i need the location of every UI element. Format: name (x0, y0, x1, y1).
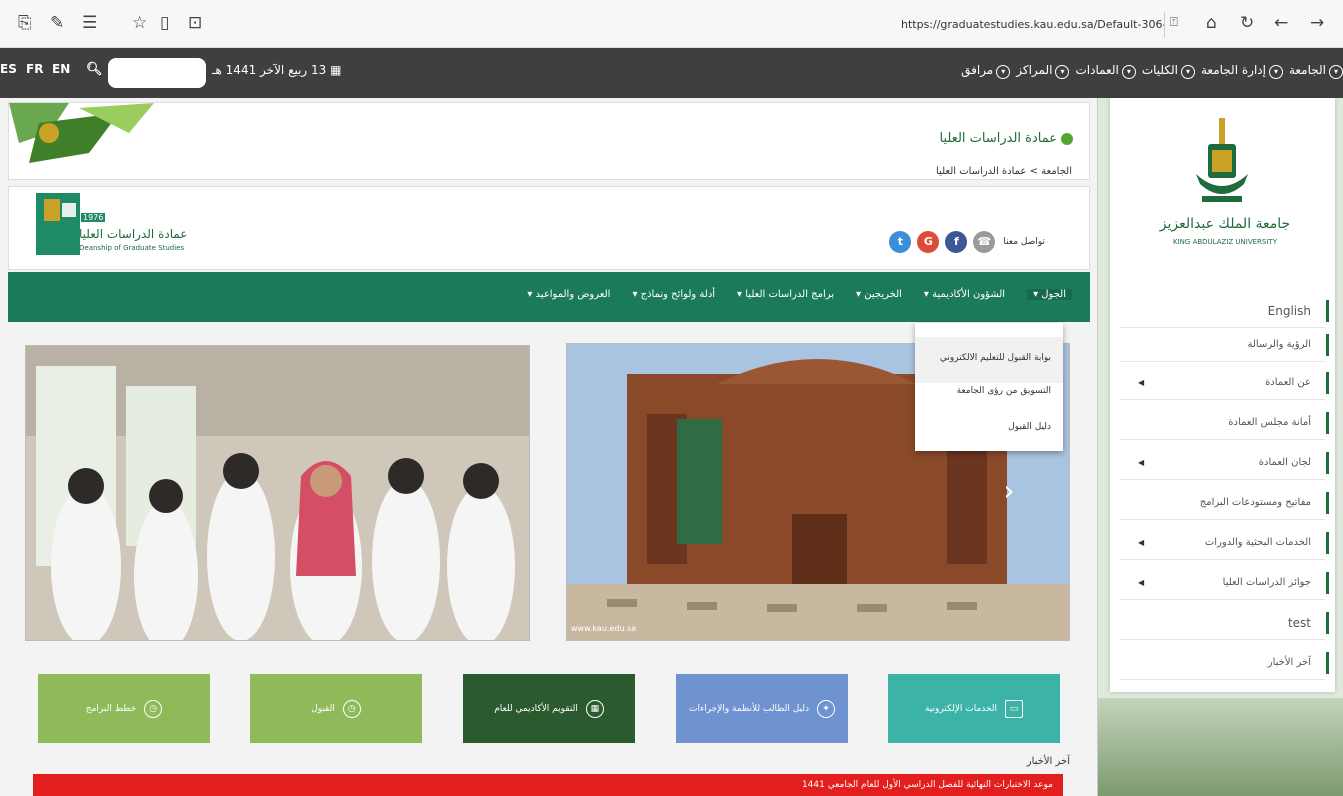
university-name-en: KING ABDULAZIZ UNIVERSITY (1173, 238, 1277, 246)
dropdown-item-elearning-portal[interactable]: بوابة القبول للتعليم الالكتروني (940, 353, 1051, 363)
sidebar-item-test[interactable]: test (1120, 606, 1329, 640)
logo-bar: 1976 عمادة الدراسات العليا Deanship of G… (8, 186, 1090, 270)
search-icon[interactable]: 🔍︎ (86, 62, 103, 77)
sidebar-item-research[interactable]: الخدمات البحثية والدورات ◀ (1120, 526, 1329, 560)
sidebar-item-committees[interactable]: لجان العمادة ◀ (1120, 446, 1329, 480)
topnav-deanships[interactable]: ▾العمادات (1075, 63, 1136, 79)
calendar-icon: ▦ (585, 699, 604, 718)
search-input[interactable] (108, 58, 206, 88)
lang-fr-link[interactable]: FR (26, 62, 43, 76)
chevron-down-icon: ▾ (1121, 65, 1136, 79)
edit-icon[interactable]: ✎ (50, 12, 64, 34)
nav-item-home[interactable]: الجول ▾ (1027, 289, 1072, 300)
sidebar-item-awards[interactable]: جوائز الدراسات العليا ◀ (1120, 566, 1329, 600)
monitor-icon: ▭ (1005, 699, 1024, 718)
sidebar-item-vision[interactable]: الرؤية والرسالة (1120, 328, 1329, 362)
lang-es-link[interactable]: ES (0, 62, 17, 76)
tile-student-guide[interactable]: ✦ دليل الطالب للأنظمة والإجراءات (676, 674, 848, 743)
calendar-icon: ▦ (330, 63, 342, 77)
forward-icon[interactable]: → (1310, 12, 1324, 34)
favorites-list-icon[interactable]: ☰ (82, 12, 97, 34)
caret-left-icon: ◀ (1138, 578, 1145, 587)
caret-left-icon: ◀ (1138, 378, 1145, 387)
phone-icon[interactable]: ☎ (973, 231, 996, 253)
sidebar-item-news[interactable]: آخر الأخبار (1120, 646, 1329, 680)
topnav-facilities[interactable]: ▾مرافق (961, 63, 1011, 79)
lock-icon: ⍐ (1170, 15, 1178, 30)
back-icon[interactable]: ← (1274, 12, 1288, 34)
deanship-logo-ar: عمادة الدراسات العليا (79, 227, 188, 241)
chevron-down-icon: ▾ (1181, 65, 1195, 79)
chevron-down-icon: ▾ (1268, 65, 1283, 79)
sidebar: جامعة الملك عبدالعزيز KING ABDULAZIZ UNI… (1097, 98, 1343, 796)
banner-decoration-image (9, 103, 154, 163)
breadcrumb[interactable]: الجامعة > عمادة الدراسات العليا (8, 166, 1090, 177)
sidebar-item-english[interactable]: English (1120, 294, 1329, 328)
slider-next-button[interactable]: › (997, 474, 1021, 508)
deanship-logo-en: Deanship of Graduate Studies (79, 244, 185, 252)
clock-icon: ◷ (144, 699, 163, 718)
status-dot-icon (1061, 132, 1073, 145)
page-title: عمادة الدراسات العليا (939, 131, 1073, 146)
caret-left-icon: ◀ (1138, 538, 1145, 547)
university-logo[interactable] (1190, 114, 1254, 214)
top-navigation: ▾الجامعة ▾إدارة الجامعة ▾الكليات ▾العماد… (955, 63, 1343, 79)
sidebar-background-image (1098, 698, 1343, 796)
topnav-centers[interactable]: ▾المراكز (1016, 63, 1070, 79)
nav-item-graduates[interactable]: الخريجين ▾ (856, 289, 902, 300)
chevron-down-icon: ▾ (996, 65, 1011, 79)
dropdown-item-marketing[interactable]: التسويق من رؤى الجامعة (957, 386, 1051, 396)
sidebar-item-council[interactable]: أمانة مجلس العمادة (1120, 406, 1329, 440)
event-photo (25, 345, 530, 641)
nav-item-programs[interactable]: برامج الدراسات العليا ▾ (737, 289, 834, 300)
google-plus-icon[interactable]: G (917, 231, 940, 253)
caret-left-icon: ◀ (1138, 458, 1145, 467)
bulb-icon: ✦ (817, 699, 836, 718)
clock-icon: ◷ (342, 699, 361, 718)
nav-item-guides[interactable]: أدلة ولوائح ونماذج ▾ (632, 289, 715, 300)
nav-item-offers[interactable]: العروض والمواعيد ▾ (527, 289, 610, 300)
browser-toolbar: ⎘ ✎ ☰ ☆ ▯ ⊡ https://graduatestudies.kau.… (0, 0, 1343, 48)
sidebar-item-programs[interactable]: مفاتيح ومستودعات البرامج (1120, 486, 1329, 520)
topnav-administration[interactable]: ▾إدارة الجامعة (1201, 63, 1283, 79)
twitter-icon[interactable]: t (889, 231, 912, 253)
nav-dropdown-menu: بوابة القبول للتعليم الالكتروني التسويق … (915, 323, 1063, 451)
tile-admission[interactable]: ◷ القبول (250, 674, 422, 743)
reading-icon[interactable]: ▯ (160, 12, 169, 34)
extensions-icon[interactable]: ⎘ (18, 12, 32, 34)
sidebar-item-about[interactable]: عن العمادة ◀ (1120, 366, 1329, 400)
tile-program-plans[interactable]: ◷ خطط البرامج (38, 674, 210, 743)
home-icon[interactable]: ⌂ (1206, 12, 1217, 34)
topnav-colleges[interactable]: ▾الكليات (1142, 63, 1195, 79)
facebook-icon[interactable]: f (945, 231, 968, 253)
logo-year: 1976 (81, 213, 106, 222)
hijri-date: ▦ 13 ربيع الآخر 1441 هـ (212, 63, 342, 77)
tile-e-services[interactable]: ▭ الخدمات الإلكترونية (888, 674, 1060, 743)
topnav-university[interactable]: ▾الجامعة (1289, 63, 1343, 79)
star-icon[interactable]: ☆ (132, 12, 147, 34)
chevron-down-icon: ▾ (1329, 65, 1343, 79)
address-bar[interactable]: https://graduatestudies.kau.edu.sa/Defau… (895, 12, 1165, 38)
main-nav-items: الجول ▾ الشؤون الأكاديمية ▾ الخريجين ▾ ب… (505, 289, 1072, 300)
share-icon[interactable]: ⊡ (188, 12, 202, 34)
tile-academic-calendar[interactable]: ▦ التقويم الأكاديمي للعام (463, 674, 635, 743)
social-links: تواصل معنا ☎ f G t (883, 231, 1045, 253)
nav-item-academic[interactable]: الشؤون الأكاديمية ▾ (924, 289, 1005, 300)
lang-en-link[interactable]: EN (52, 62, 70, 76)
university-topbar: ES FR EN 🔍︎ ▦ 13 ربيع الآخر 1441 هـ ▾الج… (0, 48, 1343, 98)
chevron-down-icon: ▾ (1055, 65, 1070, 79)
news-ticker[interactable]: موعد الاختبارات النهائية للفصل الدراسي ا… (33, 774, 1063, 796)
sidebar-panel: جامعة الملك عبدالعزيز KING ABDULAZIZ UNI… (1110, 98, 1335, 692)
refresh-icon[interactable]: ↻ (1240, 12, 1254, 34)
main-navigation: الجول ▾ الشؤون الأكاديمية ▾ الخريجين ▾ ب… (8, 272, 1090, 322)
latest-news-label: آخر الأخبار (1026, 756, 1070, 767)
dropdown-item-admission-guide[interactable]: دليل القبول (1008, 422, 1051, 432)
contact-label: تواصل معنا (1003, 237, 1045, 247)
photo-caption: www.kau.edu.sa (571, 624, 637, 633)
university-name-ar: جامعة الملك عبدالعزيز (1159, 216, 1291, 232)
